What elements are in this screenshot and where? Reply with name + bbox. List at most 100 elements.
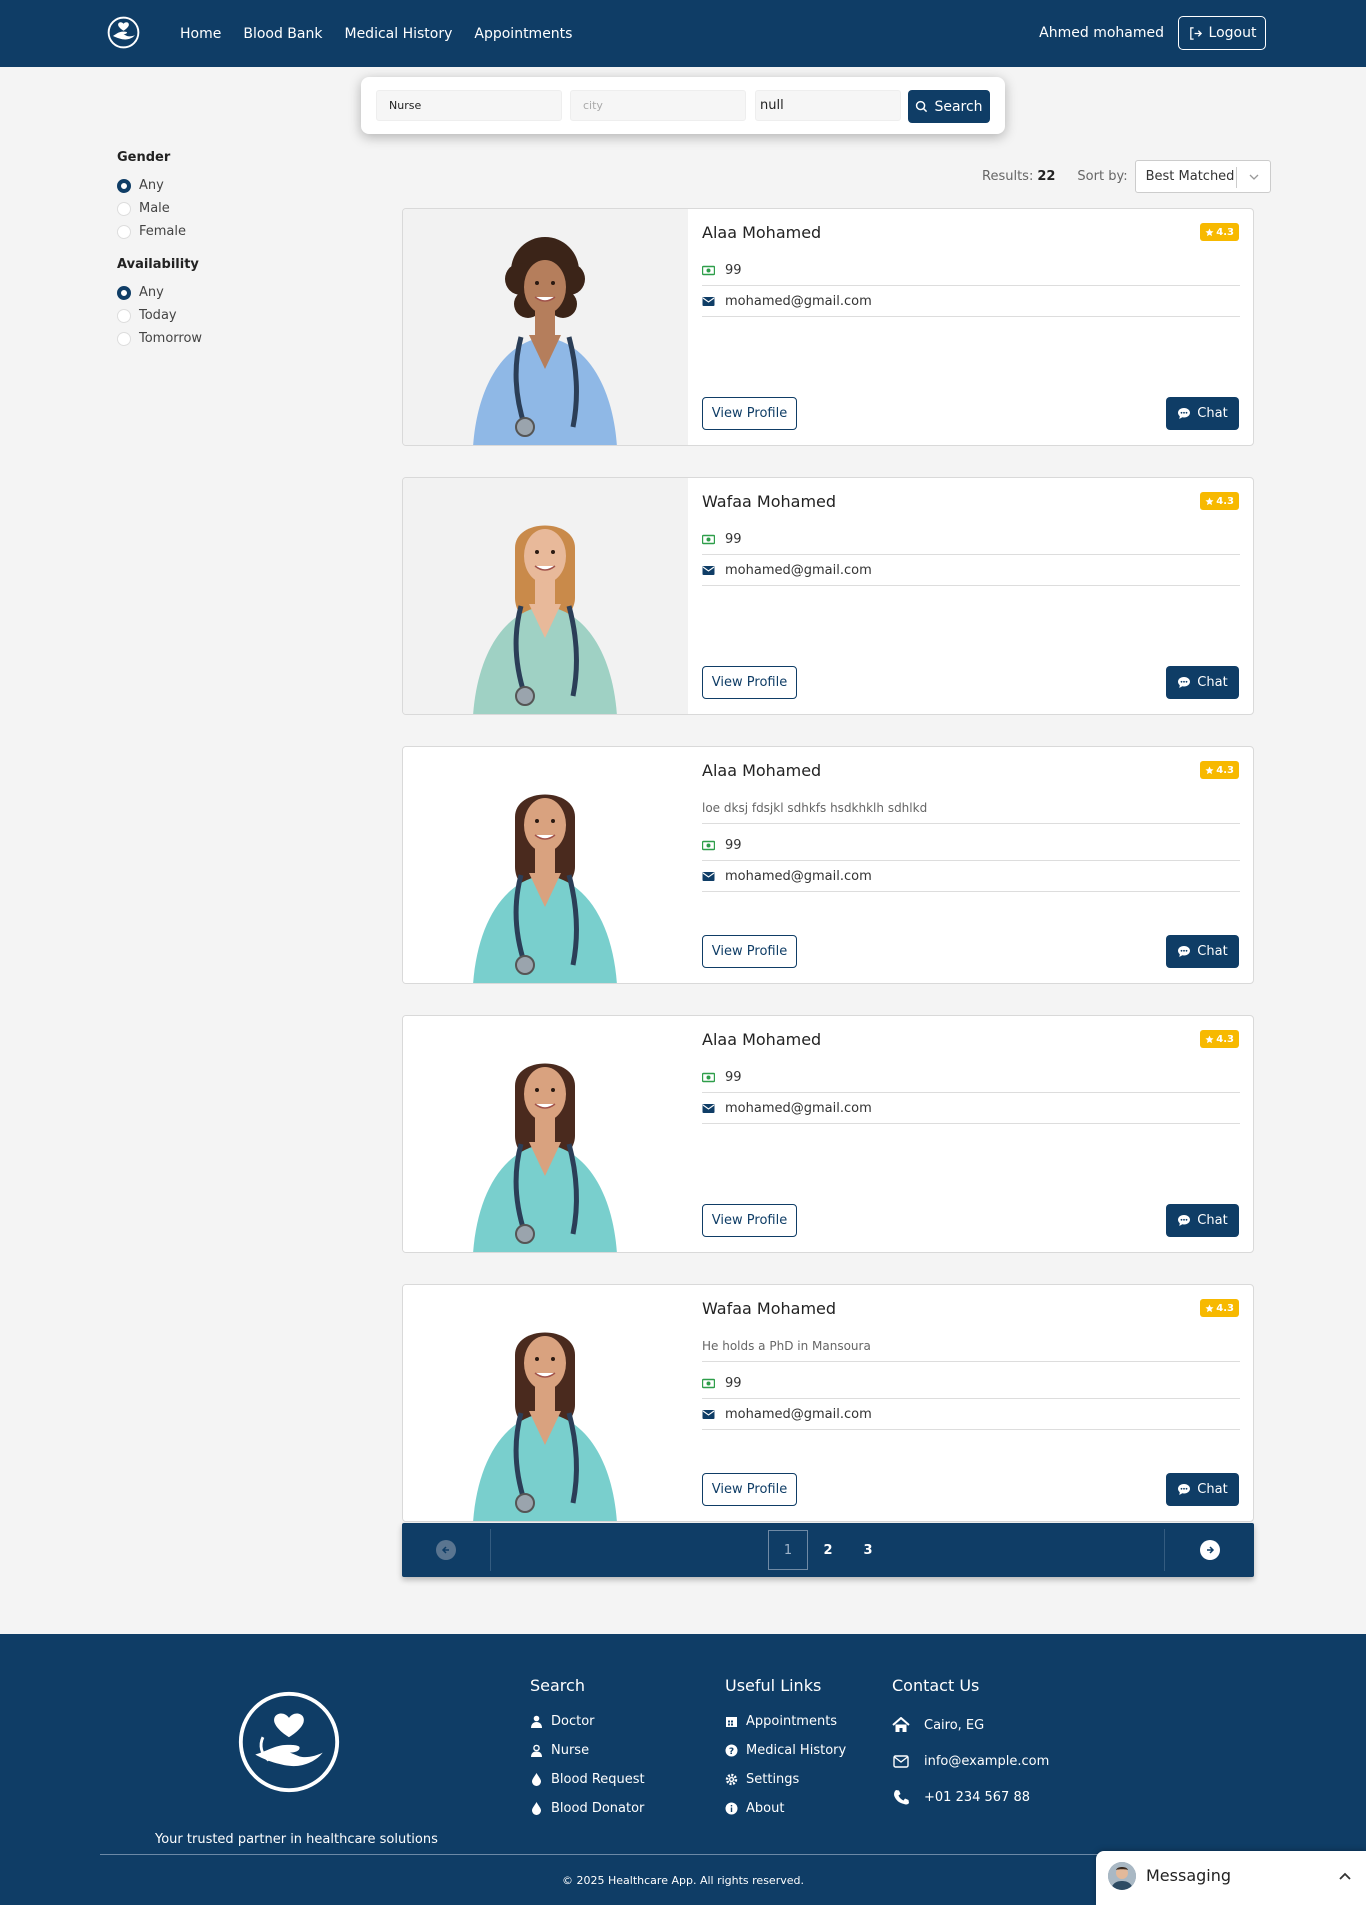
nurse-name[interactable]: Alaa Mohamed <box>702 1030 821 1049</box>
contact-email[interactable]: info@example.com <box>892 1743 1049 1779</box>
gender-option-male[interactable]: Male <box>117 197 337 220</box>
radio-selected-icon[interactable] <box>117 285 131 300</box>
divider <box>490 1529 491 1571</box>
nurse-card: Wafaa Mohamed 4.3 99 mohamed@gmail.com View … <box>402 477 1254 715</box>
nav-link-blood-bank[interactable]: Blood Bank <box>243 26 322 42</box>
availability-filter-title: Availability <box>117 257 199 272</box>
description-text: He holds a PhD in Mansoura <box>702 1339 871 1353</box>
envelope-icon <box>702 565 715 575</box>
nav-link-medical-history[interactable]: Medical History <box>344 26 452 42</box>
nurse-photo[interactable] <box>403 1285 688 1521</box>
nurse-name[interactable]: Alaa Mohamed <box>702 761 821 780</box>
nav-link-home[interactable]: Home <box>180 26 221 42</box>
nurse-card: Alaa Mohamed 4.3 99 mohamed@gmail.com View P… <box>402 208 1254 446</box>
results-label: Results: <box>982 169 1034 184</box>
messaging-widget[interactable]: Messaging <box>1096 1851 1366 1905</box>
chat-button[interactable]: Chat <box>1166 397 1239 430</box>
footer-link-about[interactable]: About <box>725 1794 846 1823</box>
nurse-photo[interactable] <box>403 747 688 983</box>
footer-link-label: Appointments <box>746 1714 838 1729</box>
arrow-right-icon <box>1207 1546 1215 1554</box>
next-page-button[interactable] <box>1200 1540 1220 1560</box>
email-row: mohamed@gmail.com <box>702 861 1240 892</box>
view-profile-button[interactable]: View Profile <box>702 1473 797 1506</box>
footer-link-medical-history[interactable]: ? Medical History <box>725 1736 846 1765</box>
chat-button[interactable]: Chat <box>1166 1473 1239 1506</box>
radio-icon[interactable] <box>117 331 131 346</box>
footer-link-label: Blood Request <box>551 1772 645 1787</box>
phone-icon <box>893 1789 909 1805</box>
footer-link-nurse[interactable]: Nurse <box>530 1736 645 1765</box>
nurse-name[interactable]: Wafaa Mohamed <box>702 1299 836 1318</box>
money-bill-icon <box>702 840 715 850</box>
page-2[interactable]: 2 <box>808 1530 848 1570</box>
footer-link-label: About <box>746 1801 785 1816</box>
option-label: Tomorrow <box>139 331 203 346</box>
availability-option-any[interactable]: Any <box>117 281 337 304</box>
logout-button[interactable]: Logout <box>1178 16 1266 50</box>
footer-link-settings[interactable]: Settings <box>725 1765 846 1794</box>
rating-badge: 4.3 <box>1200 492 1239 510</box>
price-value: 99 <box>725 1069 742 1085</box>
search-button-label: Search <box>934 98 983 115</box>
sort-select[interactable]: Best Matched <box>1134 160 1271 193</box>
view-profile-button[interactable]: View Profile <box>702 666 797 699</box>
radio-icon[interactable] <box>117 308 131 323</box>
option-label: Female <box>139 224 187 239</box>
email-row: mohamed@gmail.com <box>702 555 1240 586</box>
page-3[interactable]: 3 <box>848 1530 888 1570</box>
page-1[interactable]: 1 <box>768 1530 808 1570</box>
radio-icon[interactable] <box>117 224 131 239</box>
nurse-name[interactable]: Alaa Mohamed <box>702 223 821 242</box>
nav-link-appointments[interactable]: Appointments <box>474 26 572 42</box>
nurse-photo[interactable] <box>403 209 688 445</box>
view-profile-button[interactable]: View Profile <box>702 935 797 968</box>
radio-icon[interactable] <box>117 201 131 216</box>
gender-option-female[interactable]: Female <box>117 220 337 243</box>
view-profile-button[interactable]: View Profile <box>702 397 797 430</box>
footer-search-column: Search Doctor Nurse Blood Request Blood … <box>530 1676 645 1823</box>
healthcare-logo-icon[interactable] <box>106 15 141 50</box>
availability-option-tomorrow[interactable]: Tomorrow <box>117 327 337 350</box>
nurse-description: He holds a PhD in Mansoura <box>702 1331 1240 1362</box>
search-button[interactable]: Search <box>908 90 990 123</box>
description-text: loe dksj fdsjkl sdhkfs hsdkhklh sdhlkd <box>702 801 928 815</box>
city-input[interactable] <box>570 90 746 121</box>
nurse-photo <box>403 1016 688 1252</box>
envelope-icon <box>893 1754 909 1768</box>
chat-button[interactable]: Chat <box>1166 1204 1239 1237</box>
filter-input[interactable] <box>755 90 901 121</box>
contact-phone[interactable]: +01 234 567 88 <box>892 1779 1049 1815</box>
calendar-icon <box>726 1717 737 1727</box>
footer-contact-title: Contact Us <box>892 1676 980 1695</box>
availability-option-today[interactable]: Today <box>117 304 337 327</box>
option-label: Male <box>139 201 170 216</box>
money-bill-icon <box>702 265 715 275</box>
specialty-input[interactable] <box>376 90 562 121</box>
gender-option-any[interactable]: Any <box>117 174 337 197</box>
footer-link-appointments[interactable]: Appointments <box>725 1707 846 1736</box>
nurse-name[interactable]: Wafaa Mohamed <box>702 492 836 511</box>
nurse-photo <box>403 209 688 445</box>
chevron-up-icon[interactable] <box>1338 1871 1352 1881</box>
footer-link-blood-request[interactable]: Blood Request <box>530 1765 645 1794</box>
view-profile-button[interactable]: View Profile <box>702 1204 797 1237</box>
messaging-label: Messaging <box>1146 1866 1232 1885</box>
contact-label: +01 234 567 88 <box>924 1789 1030 1805</box>
footer-link-doctor[interactable]: Doctor <box>530 1707 645 1736</box>
footer-link-blood-donator[interactable]: Blood Donator <box>530 1794 645 1823</box>
nurse-photo[interactable] <box>403 1016 688 1252</box>
radio-selected-icon[interactable] <box>117 178 131 193</box>
gender-filter: Gender Any Male Female <box>117 150 337 243</box>
user-md-icon <box>531 1715 542 1728</box>
star-icon <box>1205 765 1214 774</box>
star-icon <box>1205 1303 1214 1312</box>
chat-button[interactable]: Chat <box>1166 666 1239 699</box>
prev-page-button[interactable] <box>436 1540 456 1560</box>
gender-filter-title: Gender <box>117 150 171 165</box>
sort-label: Sort by: <box>1077 169 1128 184</box>
nurse-photo[interactable] <box>403 478 688 714</box>
chat-label: Chat <box>1197 675 1228 690</box>
results-toolbar: Results: 22 Sort by: Best Matched <box>982 160 1271 193</box>
chat-button[interactable]: Chat <box>1166 935 1239 968</box>
